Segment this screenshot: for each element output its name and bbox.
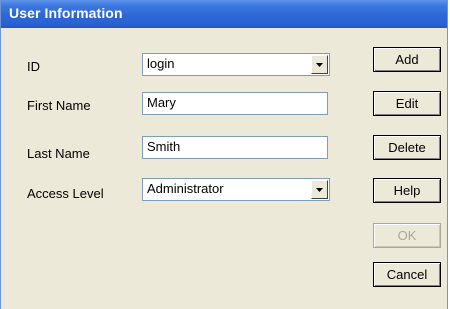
last-name-input[interactable]: Smith	[142, 136, 328, 159]
chevron-down-icon[interactable]	[311, 55, 328, 74]
id-value: login	[147, 56, 175, 71]
delete-button[interactable]: Delete	[373, 135, 441, 160]
title-bar[interactable]: User Information	[1, 0, 447, 28]
first-name-label: First Name	[27, 98, 91, 113]
access-level-dropdown[interactable]: Administrator	[142, 178, 330, 201]
chevron-down-icon[interactable]	[311, 180, 328, 199]
first-name-value: Mary	[147, 95, 176, 110]
add-button[interactable]: Add	[373, 47, 441, 72]
ok-button[interactable]: OK	[373, 223, 441, 248]
id-label: ID	[27, 59, 40, 74]
first-name-input[interactable]: Mary	[142, 92, 328, 115]
edit-button[interactable]: Edit	[373, 91, 441, 116]
window-title: User Information	[9, 5, 123, 21]
help-button[interactable]: Help	[373, 178, 441, 203]
access-level-value: Administrator	[147, 181, 224, 196]
cancel-button[interactable]: Cancel	[373, 262, 441, 287]
access-level-label: Access Level	[27, 186, 104, 201]
id-dropdown[interactable]: login	[142, 53, 330, 76]
last-name-label: Last Name	[27, 146, 90, 161]
user-information-dialog: User Information ID login First Name Mar…	[0, 0, 448, 309]
last-name-value: Smith	[147, 139, 181, 154]
